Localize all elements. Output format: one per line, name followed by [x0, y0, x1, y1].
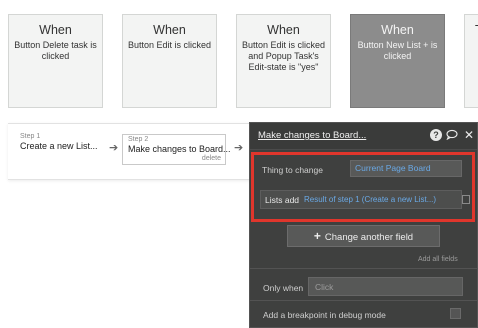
divider — [250, 268, 477, 269]
event-when-label: When — [153, 23, 186, 37]
event-card-delete-task[interactable]: When Button Delete task is clicked — [8, 14, 103, 108]
lists-add-label: Lists add — [265, 195, 300, 205]
panel-title[interactable]: Make changes to Board... — [258, 130, 366, 141]
breakpoint-label: Add a breakpoint in debug mode — [263, 310, 386, 320]
event-card-partial[interactable]: T — [464, 14, 478, 108]
event-description: Button Edit is clicked and Popup Task's … — [241, 40, 326, 72]
step-number: Step 1 — [20, 133, 41, 140]
workflow-step-2[interactable]: Step 2 Make changes to Board... delete — [122, 134, 231, 165]
lists-add-value[interactable]: Result of step 1 (Create a new List...) — [304, 195, 436, 204]
event-when-label: When — [267, 23, 300, 37]
event-description: Button Edit is clicked — [127, 40, 212, 50]
plus-icon: + — [313, 229, 321, 243]
only-when-label: Only when — [263, 283, 304, 293]
event-when-label: When — [39, 23, 72, 37]
workflow-editor-canvas: When Button Delete task is clicked When … — [0, 0, 478, 328]
step-name: Make changes to Board... — [128, 144, 231, 154]
workflow-step-1[interactable]: Step 1 Create a new List... — [20, 133, 98, 151]
event-when-label: T — [465, 23, 478, 37]
event-when-label: When — [381, 23, 414, 37]
step-number: Step 2 — [128, 136, 149, 143]
divider — [250, 300, 477, 301]
only-when-input[interactable]: Click — [308, 277, 463, 296]
event-card-edit-popup[interactable]: When Button Edit is clicked and Popup Ta… — [236, 14, 331, 108]
delete-step-link[interactable]: delete — [202, 155, 221, 162]
step-name: Create a new List... — [20, 141, 98, 151]
thing-to-change-label: Thing to change — [262, 165, 323, 175]
change-another-field-label: Change another field — [324, 232, 414, 243]
remove-field-icon[interactable] — [462, 195, 470, 204]
arrow-right-icon: ➔ — [109, 142, 119, 154]
add-all-fields-link[interactable]: Add all fields — [418, 256, 458, 263]
help-icon[interactable]: ? — [430, 129, 442, 141]
event-card-edit-clicked[interactable]: When Button Edit is clicked — [122, 14, 217, 108]
comment-icon[interactable] — [446, 129, 458, 141]
lists-add-row[interactable]: Lists add Result of step 1 (Create a new… — [260, 190, 462, 209]
event-card-new-list[interactable]: When Button New List + is clicked — [350, 14, 445, 108]
event-description: Button New List + is clicked — [357, 40, 438, 61]
close-icon[interactable]: ✕ — [463, 129, 475, 141]
breakpoint-checkbox[interactable] — [450, 308, 461, 319]
thing-to-change-field[interactable]: Current Page Board — [350, 160, 462, 177]
event-description: Button Delete task is clicked — [14, 40, 97, 61]
arrow-right-icon: ➔ — [234, 142, 244, 154]
change-another-field-button[interactable]: + Change another field — [287, 225, 440, 247]
panel-header: Make changes to Board... ? ✕ — [250, 123, 477, 150]
